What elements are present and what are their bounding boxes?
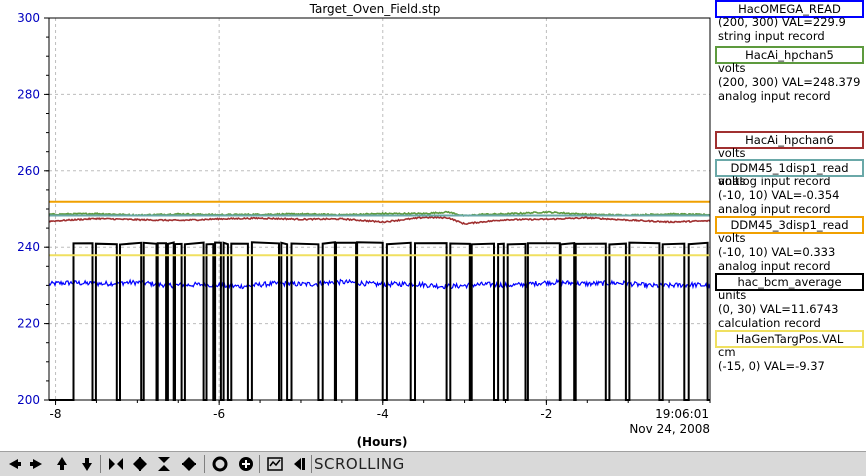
arrow-down-icon <box>82 458 92 471</box>
plot-area <box>49 18 710 400</box>
end-time-label: 19:06:01 <box>655 407 709 421</box>
arrow-left-icon <box>9 459 21 469</box>
scroll-mode-icon <box>294 458 305 470</box>
y-tick-label: 300 <box>17 11 40 25</box>
legend-range: (200, 300) VAL=229.9 <box>718 15 846 29</box>
toolbar-separator <box>311 455 312 473</box>
zoom-out-y-button[interactable] <box>179 455 199 473</box>
legend-units: units <box>718 288 747 302</box>
legend-range: (200, 300) VAL=248.379 <box>718 75 861 89</box>
x-tick-label: -8 <box>50 407 62 421</box>
x-axis-label: (Hours) <box>357 435 408 449</box>
legend-units: cm <box>718 345 736 359</box>
toolbar-separator <box>204 455 205 473</box>
arrow-up-icon <box>57 457 67 470</box>
toolbar: SCROLLING <box>0 451 866 476</box>
chart-title: Target_Oven_Field.stp <box>309 2 441 16</box>
legend-range: (-10, 10) VAL=0.333 <box>718 245 836 259</box>
y-tick-label: 240 <box>17 240 40 254</box>
y-tick-label: 220 <box>17 317 40 331</box>
zoom-in-x-icon <box>109 458 123 470</box>
zero-button[interactable] <box>210 455 230 473</box>
x-tick-label: -6 <box>213 407 225 421</box>
zoom-out-x-icon <box>133 457 147 471</box>
x-tick-label: -2 <box>540 407 552 421</box>
scroll-mode-button[interactable] <box>289 455 309 473</box>
add-button[interactable] <box>236 455 256 473</box>
legend-units: volts <box>718 231 746 245</box>
zoom-in-y-icon <box>158 457 170 471</box>
circle-icon <box>212 456 228 472</box>
zoom-in-y-button[interactable] <box>154 455 174 473</box>
legend-units: volts <box>718 61 746 75</box>
autoscale-icon <box>267 457 283 471</box>
autoscale-button[interactable] <box>265 455 285 473</box>
scroll-down-button[interactable] <box>77 455 97 473</box>
scroll-left-button[interactable] <box>4 455 24 473</box>
scroll-up-button[interactable] <box>52 455 72 473</box>
plus-icon <box>239 457 253 471</box>
arrow-right-icon <box>30 459 42 469</box>
y-tick-label: 200 <box>17 393 40 407</box>
legend-name[interactable]: HaGenTargPos.VAL <box>715 330 864 348</box>
legend-record: analog input record <box>718 202 831 216</box>
legend-record: analog input record <box>718 89 831 103</box>
x-tick-label: -4 <box>377 407 389 421</box>
legend-record: calculation record <box>718 316 821 330</box>
y-tick-label: 260 <box>17 164 40 178</box>
zoom-out-y-icon <box>182 457 196 471</box>
legend-range: (-10, 10) VAL=-0.354 <box>718 188 840 202</box>
zoom-out-x-button[interactable] <box>130 455 150 473</box>
legend-panel: HacOMEGA_READ (200, 300) VAL=229.9 string … <box>714 0 866 450</box>
legend-range: (0, 30) VAL=11.6743 <box>718 302 839 316</box>
toolbar-separator <box>100 455 101 473</box>
zoom-in-x-button[interactable] <box>106 455 126 473</box>
status-label: SCROLLING <box>314 455 405 473</box>
legend-record: analog input record <box>718 259 831 273</box>
legend-range: (-15, 0) VAL=-9.37 <box>718 359 825 373</box>
y-tick-label: 280 <box>17 87 40 101</box>
plot-grid <box>49 17 710 401</box>
end-date-label: Nov 24, 2008 <box>629 422 710 436</box>
legend-record: string input record <box>718 29 825 43</box>
legend-units: volts <box>718 174 746 188</box>
scroll-right-button[interactable] <box>27 455 47 473</box>
toolbar-separator <box>259 455 260 473</box>
